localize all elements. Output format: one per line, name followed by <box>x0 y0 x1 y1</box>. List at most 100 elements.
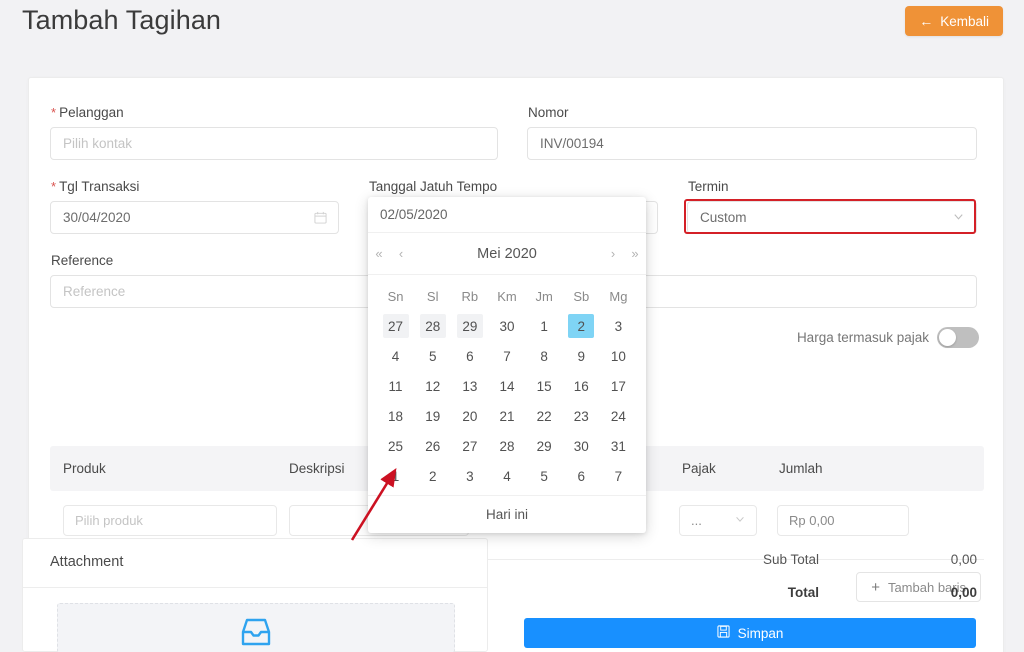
datepicker-day-cell[interactable]: 21 <box>488 401 525 431</box>
datepicker-day-cell[interactable]: 29 <box>526 431 563 461</box>
tgl-transaksi-label: * Tgl Transaksi <box>51 179 140 194</box>
datepicker-day-cell[interactable]: 16 <box>563 371 600 401</box>
datepicker-day-label: 2 <box>428 468 437 484</box>
attachment-divider <box>23 587 487 588</box>
datepicker-day-cell[interactable]: 6 <box>451 341 488 371</box>
datepicker-week-row: 11 12 13 14 15 16 17 <box>377 371 637 401</box>
termin-label: Termin <box>688 179 729 194</box>
row-produk-placeholder: Pilih produk <box>75 513 143 528</box>
datepicker-day-cell[interactable]: 5 <box>526 461 563 491</box>
datepicker-day-cell[interactable]: 14 <box>488 371 525 401</box>
tgl-transaksi-input[interactable]: 30/04/2020 <box>50 201 339 234</box>
nomor-label: Nomor <box>528 105 569 120</box>
datepicker-day-cell[interactable]: 17 <box>600 371 637 401</box>
datepicker-day-cell[interactable]: 25 <box>377 431 414 461</box>
datepicker-day-label: 13 <box>462 378 478 394</box>
datepicker-day-cell[interactable]: 5 <box>414 341 451 371</box>
reference-placeholder: Reference <box>63 284 126 299</box>
datepicker-today-button[interactable]: Hari ini <box>368 495 646 533</box>
datepicker-input[interactable]: 02/05/2020 <box>368 197 646 233</box>
datepicker-day-label: 5 <box>428 348 437 364</box>
row-pajak-value: ... <box>691 513 702 528</box>
datepicker-day-cell[interactable]: 22 <box>526 401 563 431</box>
inbox-icon <box>239 617 273 652</box>
page-root: Tambah Tagihan ← Kembali * Pelanggan Pili… <box>0 0 1024 652</box>
datepicker-day-cell[interactable]: 15 <box>526 371 563 401</box>
datepicker-day-cell[interactable]: 4 <box>488 461 525 491</box>
datepicker-day-cell[interactable]: 1 <box>526 311 563 341</box>
datepicker-day-cell[interactable]: 7 <box>488 341 525 371</box>
datepicker-day-cell[interactable]: 18 <box>377 401 414 431</box>
next-year-button[interactable]: » <box>624 246 646 261</box>
datepicker-day-label: 26 <box>425 438 441 454</box>
datepicker-day-cell[interactable]: 3 <box>600 311 637 341</box>
datepicker-day-label: 8 <box>540 348 548 364</box>
datepicker-day-cell[interactable]: 4 <box>377 341 414 371</box>
datepicker-day-label: 19 <box>425 408 441 424</box>
datepicker-day-label: 3 <box>466 468 474 484</box>
datepicker-day-cell[interactable]: 9 <box>563 341 600 371</box>
datepicker-day-cell[interactable]: 27 <box>451 431 488 461</box>
row-jumlah-input[interactable]: Rp 0,00 <box>777 505 909 536</box>
datepicker-day-label: 15 <box>536 378 552 394</box>
datepicker-day-cell[interactable]: 12 <box>414 371 451 401</box>
save-button[interactable]: Simpan <box>524 618 976 648</box>
weekday-6: Mg <box>609 288 628 304</box>
datepicker-weekday-row: Sn Sl Rb Km Jm Sb Mg <box>377 281 637 311</box>
datepicker-day-label: 18 <box>388 408 404 424</box>
datepicker-day-cell[interactable]: 19 <box>414 401 451 431</box>
prev-year-button[interactable]: « <box>368 246 390 261</box>
datepicker-day-cell[interactable]: 11 <box>377 371 414 401</box>
chevron-down-icon <box>952 210 965 226</box>
row-pajak-select[interactable]: ... <box>679 505 757 536</box>
termin-select[interactable]: Custom <box>687 201 977 234</box>
datepicker-day-label: 10 <box>610 348 626 364</box>
datepicker-day-cell[interactable]: 3 <box>451 461 488 491</box>
datepicker-day-cell[interactable]: 30 <box>488 311 525 341</box>
required-marker: * <box>51 105 57 120</box>
datepicker-grid: Sn Sl Rb Km Jm Sb Mg 27 28 29 30 1 2 3 4 5 6 7 8 9 10 11 12 13… <box>377 281 637 491</box>
datepicker-day-label: 28 <box>499 438 515 454</box>
datepicker-day-cell[interactable]: 28 <box>414 311 451 341</box>
nomor-input[interactable]: INV/00194 <box>527 127 977 160</box>
datepicker-day-label: 29 <box>536 438 552 454</box>
datepicker-day-cell[interactable]: 23 <box>563 401 600 431</box>
datepicker-day-cell[interactable]: 2 <box>563 311 600 341</box>
datepicker-day-cell[interactable]: 29 <box>451 311 488 341</box>
datepicker-day-cell[interactable]: 1 <box>377 461 414 491</box>
datepicker-day-cell[interactable]: 27 <box>377 311 414 341</box>
datepicker-day-cell[interactable]: 31 <box>600 431 637 461</box>
datepicker-day-label: 17 <box>610 378 626 394</box>
datepicker-day-cell[interactable]: 7 <box>600 461 637 491</box>
datepicker-day-label: 25 <box>388 438 404 454</box>
pelanggan-input[interactable]: Pilih kontak <box>50 127 498 160</box>
datepicker-day-label: 6 <box>577 468 586 484</box>
datepicker-day-cell[interactable]: 8 <box>526 341 563 371</box>
datepicker-day-cell[interactable]: 6 <box>563 461 600 491</box>
datepicker-day-cell[interactable]: 10 <box>600 341 637 371</box>
datepicker-day-cell[interactable]: 30 <box>563 431 600 461</box>
datepicker-day-label: 22 <box>536 408 552 424</box>
datepicker-day-cell[interactable]: 20 <box>451 401 488 431</box>
next-month-button[interactable]: › <box>602 246 624 261</box>
attachment-card: Attachment <box>22 538 488 652</box>
attachment-dropzone[interactable] <box>57 603 455 652</box>
datepicker-day-cell[interactable]: 28 <box>488 431 525 461</box>
datepicker-title[interactable]: Mei 2020 <box>412 246 602 262</box>
datepicker-day-cell[interactable]: 13 <box>451 371 488 401</box>
termin-value: Custom <box>700 210 747 225</box>
row-jumlah-value: Rp 0,00 <box>789 513 835 528</box>
datepicker-day-label: 4 <box>503 468 511 484</box>
save-icon <box>717 625 730 641</box>
reference-label: Reference <box>51 253 114 268</box>
datepicker-day-label: 14 <box>499 378 515 394</box>
datepicker-day-cell[interactable]: 24 <box>600 401 637 431</box>
datepicker-day-cell[interactable]: 2 <box>414 461 451 491</box>
weekday-0: Sn <box>387 288 404 304</box>
toggle-knob <box>939 329 956 346</box>
harga-termasuk-pajak-toggle[interactable] <box>937 327 979 348</box>
prev-month-button[interactable]: ‹ <box>390 246 412 261</box>
row-produk-input[interactable]: Pilih produk <box>63 505 277 536</box>
back-button[interactable]: ← Kembali <box>905 6 1003 36</box>
datepicker-day-cell[interactable]: 26 <box>414 431 451 461</box>
